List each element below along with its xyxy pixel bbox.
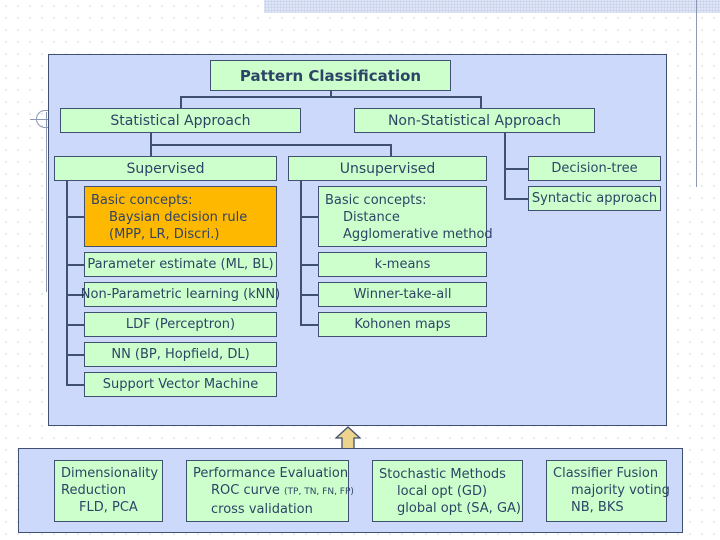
syntactic-approach-node: Syntactic approach xyxy=(528,186,661,211)
left-decor-line xyxy=(46,112,47,292)
connector xyxy=(180,96,182,108)
supervised-item: NN (BP, Hopfield, DL) xyxy=(84,342,277,367)
connector xyxy=(504,132,506,199)
basic-line: (MPP, LR, Discri.) xyxy=(109,227,220,242)
connector xyxy=(504,168,528,170)
classifier-fusion-node: Classifier Fusion majority voting NB, BK… xyxy=(546,460,670,522)
node-line: global opt (SA, GA) xyxy=(397,501,521,516)
unsupervised-node: Unsupervised xyxy=(288,156,487,181)
node-line: FLD, PCA xyxy=(79,500,138,515)
basic-line: Baysian decision rule xyxy=(109,210,248,225)
node-line: NB, BKS xyxy=(571,500,624,515)
unsupervised-item: Winner-take-all xyxy=(318,282,487,307)
connector xyxy=(300,324,318,326)
connector xyxy=(66,264,84,266)
connector xyxy=(66,324,84,326)
basic-heading: Basic concepts: xyxy=(91,193,193,208)
performance-evaluation-node: Performance Evaluation ROC curve (TP, TN… xyxy=(186,460,354,522)
node-line: Stochastic Methods xyxy=(379,467,506,482)
statistical-approach-node: Statistical Approach xyxy=(60,108,301,133)
right-decor-line xyxy=(696,0,697,187)
supervised-node: Supervised xyxy=(54,156,277,181)
node-line: Classifier Fusion xyxy=(553,466,659,481)
connector xyxy=(300,294,318,296)
stochastic-methods-node: Stochastic Methods local opt (GD) global… xyxy=(372,460,523,522)
connector xyxy=(66,216,84,218)
roc-metrics: (TP, TN, FN, FP) xyxy=(284,487,354,497)
pattern-classification-node: Pattern Classification xyxy=(210,60,451,91)
connector xyxy=(180,96,481,98)
non-statistical-approach-node: Non-Statistical Approach xyxy=(354,108,595,133)
connector xyxy=(504,198,528,200)
bullet-tick xyxy=(30,119,48,120)
supervised-item: Support Vector Machine xyxy=(84,372,277,397)
connector xyxy=(300,180,302,325)
connector xyxy=(150,144,391,146)
node-line: ROC curve (TP, TN, FN, FP) xyxy=(193,482,354,501)
unsupervised-item: k-means xyxy=(318,252,487,277)
connector xyxy=(66,354,84,356)
unsupervised-item: Kohonen maps xyxy=(318,312,487,337)
decision-tree-node: Decision-tree xyxy=(528,156,661,181)
connector xyxy=(300,216,318,218)
node-line: majority voting xyxy=(571,483,670,498)
basic-line: Agglomerative method xyxy=(343,227,493,242)
dimensionality-reduction-node: Dimensionality Reduction FLD, PCA xyxy=(54,460,163,522)
unsupervised-basic-concepts-node: Basic concepts: Distance Agglomerative m… xyxy=(318,186,493,247)
connector xyxy=(300,264,318,266)
node-line: Performance Evaluation xyxy=(193,466,349,481)
connector xyxy=(66,384,84,386)
roc-label: ROC curve xyxy=(211,483,280,498)
node-line: local opt (GD) xyxy=(397,484,488,499)
supervised-item: Parameter estimate (ML, BL) xyxy=(84,252,277,277)
node-line: Reduction xyxy=(61,483,126,498)
connector xyxy=(480,96,482,108)
node-line: cross validation xyxy=(211,502,313,517)
basic-heading: Basic concepts: xyxy=(325,193,427,208)
top-decor-strip xyxy=(264,0,720,13)
supervised-item: Non-Parametric learning (kNN) xyxy=(81,282,280,307)
basic-line: Distance xyxy=(343,210,400,225)
connector xyxy=(390,144,392,156)
supervised-basic-concepts-node: Basic concepts: Baysian decision rule (M… xyxy=(84,186,277,247)
node-line: Dimensionality xyxy=(61,466,159,481)
supervised-item: LDF (Perceptron) xyxy=(84,312,277,337)
